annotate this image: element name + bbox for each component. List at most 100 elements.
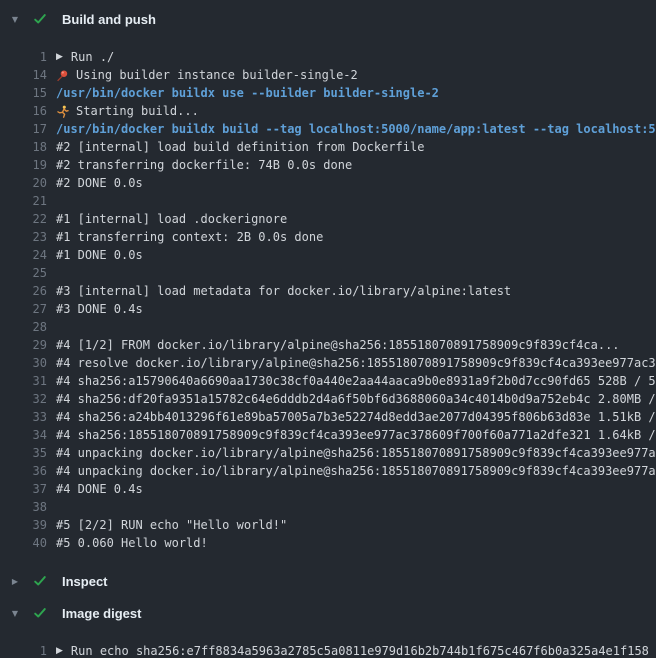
line-content: #4 unpacking docker.io/library/alpine@sh… — [56, 462, 656, 480]
log-line: 29 #4 [1/2] FROM docker.io/library/alpine… — [0, 336, 656, 354]
log-section-build-and-push: ▼ Build and push 1 ▶ Run ./ 14 Using builder i… — [0, 4, 656, 566]
section-header-build-and-push[interactable]: ▼ Build and push — [0, 4, 656, 34]
line-number[interactable]: 22 — [0, 210, 47, 228]
line-number[interactable]: 14 — [0, 66, 47, 84]
log-line: 37 #4 DONE 0.4s — [0, 480, 656, 498]
log-line: 31 #4 sha256:a15790640a6690aa1730c38cf0a4… — [0, 372, 656, 390]
line-number[interactable]: 31 — [0, 372, 47, 390]
log-line: 38 — [0, 498, 656, 516]
log-line: 23 #1 transferring context: 2B 0.0s done — [0, 228, 656, 246]
line-number[interactable]: 21 — [0, 192, 47, 210]
line-content: #4 sha256:185518070891758909c9f839cf4ca3… — [56, 426, 656, 444]
log-text: #4 unpacking docker.io/library/alpine@sh… — [56, 462, 656, 480]
log-line: 25 — [0, 264, 656, 282]
log-line: 30 #4 resolve docker.io/library/alpine@sh… — [0, 354, 656, 372]
line-content: #1 transferring context: 2B 0.0s done — [56, 228, 323, 246]
line-number[interactable]: 35 — [0, 444, 47, 462]
pushpin-icon — [56, 68, 69, 82]
log-text: #4 sha256:a15790640a6690aa1730c38cf0a440… — [56, 372, 656, 390]
log-text: #5 [2/2] RUN echo "Hello world!" — [56, 516, 287, 534]
log-line: 20 #2 DONE 0.0s — [0, 174, 656, 192]
log-text: Run ./ — [71, 48, 114, 66]
line-number[interactable]: 39 — [0, 516, 47, 534]
log-text: #4 unpacking docker.io/library/alpine@sh… — [56, 444, 656, 462]
chevron-right-icon: ▶ — [8, 577, 22, 586]
log-line: 35 #4 unpacking docker.io/library/alpine@… — [0, 444, 656, 462]
line-number[interactable]: 37 — [0, 480, 47, 498]
section-body-image-digest: 1▶Run echo sha256:e7ff8834a5963a2785c5a0… — [0, 630, 656, 658]
expand-group-icon[interactable]: ▶ — [56, 642, 63, 658]
log-text: #4 [1/2] FROM docker.io/library/alpine@s… — [56, 336, 620, 354]
log-text: #4 resolve docker.io/library/alpine@sha2… — [56, 354, 656, 372]
line-number[interactable]: 28 — [0, 318, 47, 336]
line-number[interactable]: 15 — [0, 84, 47, 102]
log-text: /usr/bin/docker buildx use --builder bui… — [56, 84, 439, 102]
check-icon — [33, 12, 49, 26]
expand-group-icon[interactable]: ▶ — [56, 48, 63, 66]
log-text: #4 DONE 0.4s — [56, 480, 143, 498]
section-header-inspect[interactable]: ▶ Inspect — [0, 566, 656, 596]
line-content: #4 sha256:a15790640a6690aa1730c38cf0a440… — [56, 372, 656, 390]
line-number[interactable]: 27 — [0, 300, 47, 318]
log-text: #3 DONE 0.4s — [56, 300, 143, 318]
log-line: 32#4 sha256:df20fa9351a15782c64e6dddb2d4… — [0, 390, 656, 408]
log-section-inspect: ▶ Inspect — [0, 566, 656, 596]
line-content: #1 DONE 0.0s — [56, 246, 143, 264]
line-number[interactable]: 16 — [0, 102, 47, 120]
log-line: 39 #5 [2/2] RUN echo "Hello world!" — [0, 516, 656, 534]
log-line: 19 #2 transferring dockerfile: 74B 0.0s d… — [0, 156, 656, 174]
line-content: Using builder instance builder-single-2 — [56, 66, 358, 84]
log-line: 36 #4 unpacking docker.io/library/alpine@… — [0, 462, 656, 480]
line-number[interactable]: 20 — [0, 174, 47, 192]
line-number[interactable]: 24 — [0, 246, 47, 264]
line-number[interactable]: 1 — [0, 48, 47, 66]
line-content: #4 resolve docker.io/library/alpine@sha2… — [56, 354, 656, 372]
line-content: #2 transferring dockerfile: 74B 0.0s don… — [56, 156, 352, 174]
section-title: Inspect — [62, 574, 108, 589]
line-number[interactable]: 33 — [0, 408, 47, 426]
section-header-image-digest[interactable]: ▼Image digest — [0, 598, 656, 628]
log-line: 33#4 sha256:a24bb4013296f61e89ba57005a7b… — [0, 408, 656, 426]
section-body-build-and-push: 1 ▶ Run ./ 14 Using builder instance builder… — [0, 36, 656, 566]
check-icon — [33, 574, 49, 588]
line-content: #4 DONE 0.4s — [56, 480, 143, 498]
log-text: #2 [internal] load build definition from… — [56, 138, 424, 156]
log-text: /usr/bin/docker buildx build --tag local… — [56, 120, 656, 138]
line-number[interactable]: 1 — [0, 642, 47, 658]
line-number[interactable]: 36 — [0, 462, 47, 480]
log-line: 22#1 [internal] load .dockerignore — [0, 210, 656, 228]
line-content: ▶ Run ./ — [56, 48, 114, 66]
line-number[interactable]: 23 — [0, 228, 47, 246]
line-number[interactable]: 25 — [0, 264, 47, 282]
section-title: Build and push — [62, 12, 156, 27]
line-number[interactable]: 29 — [0, 336, 47, 354]
line-number[interactable]: 26 — [0, 282, 47, 300]
log-line: 18 #2 [internal] load build definition fr… — [0, 138, 656, 156]
line-content: #3 DONE 0.4s — [56, 300, 143, 318]
line-content: /usr/bin/docker buildx build --tag local… — [56, 120, 656, 138]
log-text: #4 sha256:185518070891758909c9f839cf4ca3… — [56, 426, 656, 444]
log-line: 1▶Run echo sha256:e7ff8834a5963a2785c5a0… — [0, 642, 656, 658]
line-number[interactable]: 38 — [0, 498, 47, 516]
line-content: #2 DONE 0.0s — [56, 174, 143, 192]
log-text: Using builder instance builder-single-2 — [76, 66, 358, 84]
log-line: 28 — [0, 318, 656, 336]
line-content: #5 0.060 Hello world! — [56, 534, 208, 552]
line-number[interactable]: 34 — [0, 426, 47, 444]
line-content: #4 [1/2] FROM docker.io/library/alpine@s… — [56, 336, 620, 354]
line-content: #2 [internal] load build definition from… — [56, 138, 424, 156]
line-number[interactable]: 17 — [0, 120, 47, 138]
log-text: #2 DONE 0.0s — [56, 174, 143, 192]
runner-icon — [56, 104, 69, 118]
log-text: #2 transferring dockerfile: 74B 0.0s don… — [56, 156, 352, 174]
line-number[interactable]: 18 — [0, 138, 47, 156]
line-number[interactable]: 32 — [0, 390, 47, 408]
chevron-down-icon: ▼ — [8, 609, 22, 618]
line-number[interactable]: 19 — [0, 156, 47, 174]
log-text: #1 DONE 0.0s — [56, 246, 143, 264]
line-number[interactable]: 40 — [0, 534, 47, 552]
line-number[interactable]: 30 — [0, 354, 47, 372]
log-line: 17/usr/bin/docker buildx build --tag loc… — [0, 120, 656, 138]
line-content: /usr/bin/docker buildx use --builder bui… — [56, 84, 439, 102]
chevron-down-icon: ▼ — [8, 15, 22, 24]
